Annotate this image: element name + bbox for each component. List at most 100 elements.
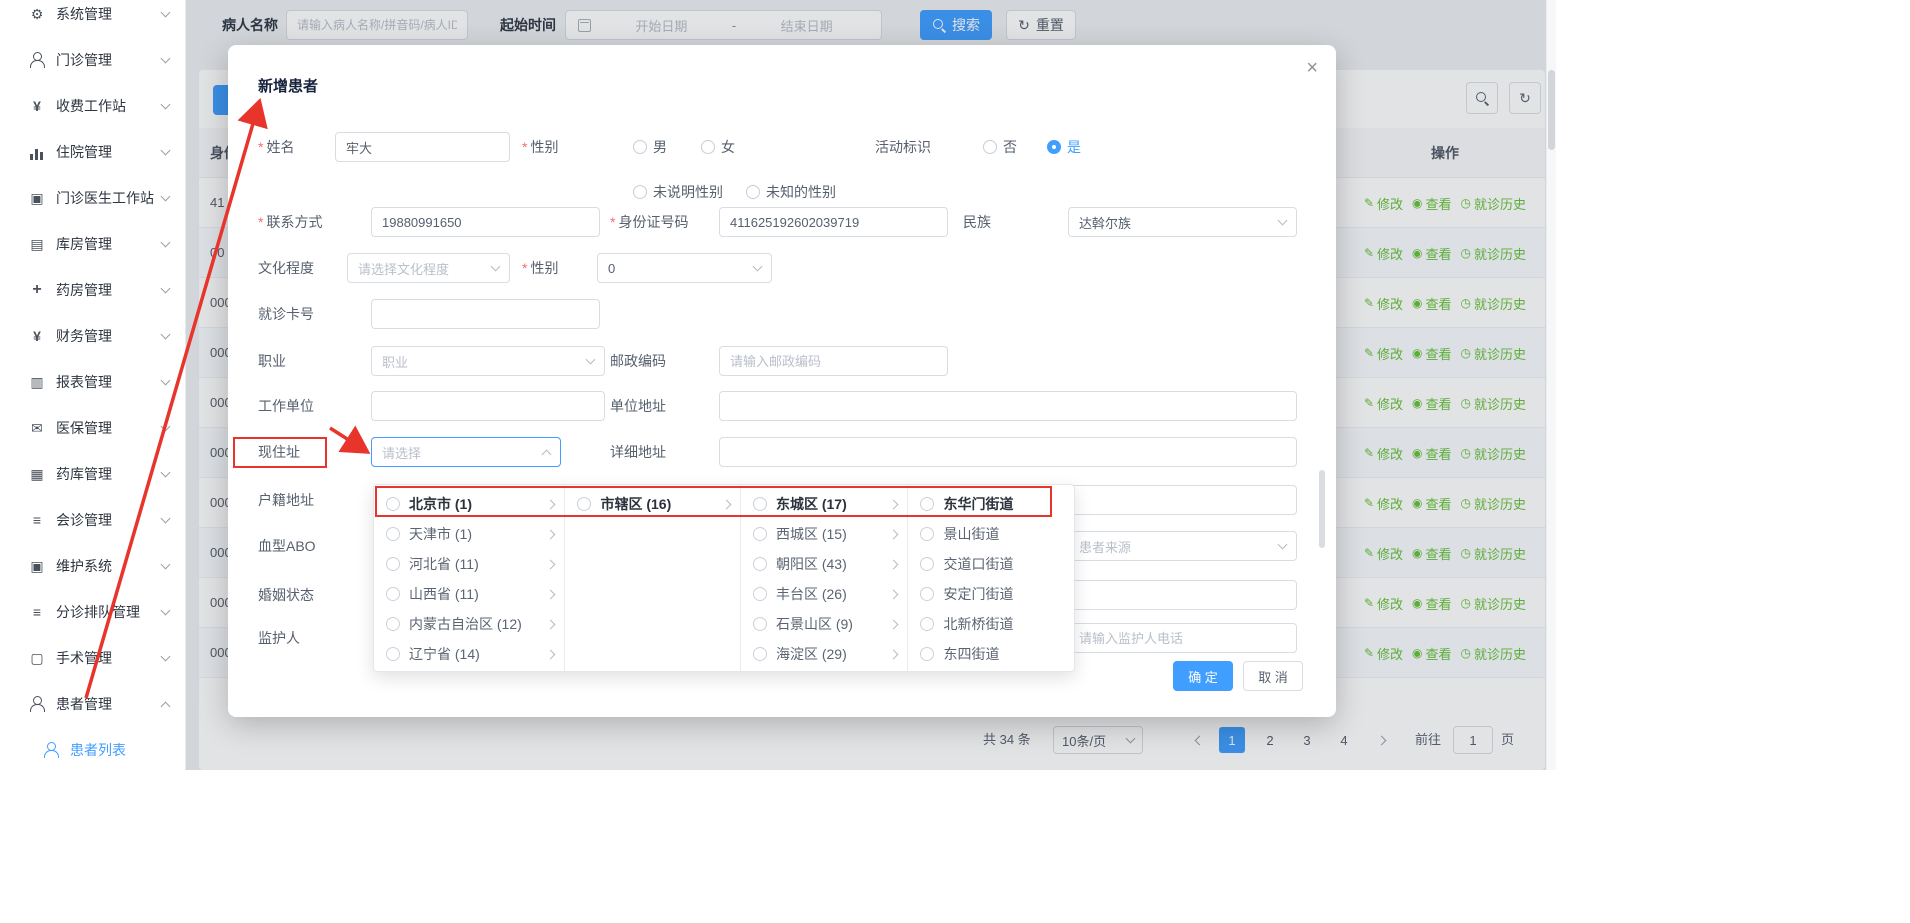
- occupation-select[interactable]: 职业: [371, 346, 605, 376]
- chevron-down-icon: [161, 99, 171, 109]
- sidebar-item-system[interactable]: ⚙系统管理: [0, 0, 185, 37]
- chevron-down-icon: [161, 53, 171, 63]
- radio-icon: [753, 497, 767, 511]
- cascader-option-liaoning[interactable]: 辽宁省 (14): [374, 639, 564, 669]
- cascader-option-neimenggu[interactable]: 内蒙古自治区 (12): [374, 609, 564, 639]
- chevron-up-icon: [161, 701, 171, 711]
- chevron-down-icon: [161, 329, 171, 339]
- cascader-option-jingshan[interactable]: 景山街道: [908, 519, 1074, 549]
- chevron-right-icon: [889, 499, 899, 509]
- radio-icon: [386, 497, 400, 511]
- sidebar-item-outpatient[interactable]: 门诊管理: [0, 37, 185, 83]
- sidebar-item-finance[interactable]: ¥财务管理: [0, 313, 185, 359]
- cascader-option-donghuamen[interactable]: 东华门街道: [908, 489, 1074, 519]
- sidebar-item-drugstore[interactable]: ▦药库管理: [0, 451, 185, 497]
- chevron-right-icon: [546, 559, 556, 569]
- sidebar-item-label: 药房管理: [56, 280, 162, 300]
- sidebar: ⚙系统管理 门诊管理 ¥收费工作站 住院管理 ▣门诊医生工作站 ▤库房管理 +药…: [0, 0, 186, 770]
- sidebar-subitem-patient-list[interactable]: 患者列表: [0, 727, 185, 770]
- radio-icon: [386, 647, 400, 661]
- scrollbar-track[interactable]: [1546, 0, 1556, 770]
- sidebar-item-patient[interactable]: 患者管理: [0, 681, 185, 727]
- chevron-right-icon: [546, 589, 556, 599]
- radio-unknown-gender[interactable]: 未知的性别: [746, 182, 836, 202]
- sidebar-item-report[interactable]: ▥报表管理: [0, 359, 185, 405]
- sidebar-item-charging-station[interactable]: ¥收费工作站: [0, 83, 185, 129]
- radio-yes[interactable]: 是: [1047, 137, 1081, 157]
- sidebar-item-pharmacy[interactable]: +药房管理: [0, 267, 185, 313]
- gender-code-select[interactable]: 0: [597, 253, 772, 283]
- sidebar-item-inpatient[interactable]: 住院管理: [0, 129, 185, 175]
- ethnicity-label: 民族: [963, 207, 991, 237]
- cascader-option-hebei[interactable]: 河北省 (11): [374, 549, 564, 579]
- cascader-option-shijingshan[interactable]: 石景山区 (9): [741, 609, 908, 639]
- close-icon[interactable]: ×: [1306, 57, 1318, 80]
- ethnicity-select[interactable]: 达斡尔族: [1068, 207, 1297, 237]
- current-address-select[interactable]: 请选择: [371, 437, 561, 467]
- cascader-option-tianjin[interactable]: 天津市 (1): [374, 519, 564, 549]
- cascader-option-shixiaqu[interactable]: 市辖区 (16): [565, 489, 740, 519]
- cascader-option-andingmen[interactable]: 安定门街道: [908, 579, 1074, 609]
- mail-icon: ✉: [28, 420, 46, 436]
- radio-male[interactable]: 男: [633, 137, 667, 157]
- radio-icon: [753, 557, 767, 571]
- sidebar-item-consultation[interactable]: ≡会诊管理: [0, 497, 185, 543]
- active-flag-radio-group: 否 是: [983, 132, 1081, 162]
- yen-icon: ¥: [28, 98, 46, 114]
- chevron-down-icon: [161, 7, 171, 17]
- cascader-option-beijing[interactable]: 北京市 (1): [374, 489, 564, 519]
- sidebar-item-triage-queue[interactable]: ≡分诊排队管理: [0, 589, 185, 635]
- chevron-down-icon: [161, 237, 171, 247]
- unit-address-input[interactable]: [719, 391, 1297, 421]
- radio-female[interactable]: 女: [701, 137, 735, 157]
- radio-icon: [633, 140, 647, 154]
- postal-code-input[interactable]: [719, 346, 948, 376]
- monitor-icon: ▣: [28, 190, 46, 206]
- active-flag-label: 活动标识: [875, 132, 931, 162]
- cascader-option-xicheng[interactable]: 西城区 (15): [741, 519, 908, 549]
- confirm-button[interactable]: 确 定: [1173, 661, 1233, 691]
- sidebar-item-outpatient-doctor[interactable]: ▣门诊医生工作站: [0, 175, 185, 221]
- sidebar-item-label: 分诊排队管理: [56, 602, 162, 622]
- sidebar-item-surgery[interactable]: ▢手术管理: [0, 635, 185, 681]
- cascader-option-dongsi[interactable]: 东四街道: [908, 639, 1074, 669]
- radio-icon: [386, 617, 400, 631]
- blood-type-label: 血型ABO: [258, 531, 316, 561]
- visit-card-input[interactable]: [371, 299, 600, 329]
- name-input[interactable]: [335, 132, 510, 162]
- work-unit-input[interactable]: [371, 391, 605, 421]
- chevron-down-icon: [491, 261, 501, 271]
- cascader-option-chaoyang[interactable]: 朝阳区 (43): [741, 549, 908, 579]
- report-icon: ▥: [28, 374, 46, 390]
- radio-unspecified-gender[interactable]: 未说明性别: [633, 182, 723, 202]
- radio-icon: [920, 617, 934, 631]
- detail-address-input[interactable]: [719, 437, 1297, 467]
- scrollbar-thumb[interactable]: [1548, 70, 1555, 150]
- cascader-option-shanxi[interactable]: 山西省 (11): [374, 579, 564, 609]
- sidebar-item-insurance[interactable]: ✉医保管理: [0, 405, 185, 451]
- cascader-option-jiaodaokou[interactable]: 交道口街道: [908, 549, 1074, 579]
- visit-card-label: 就诊卡号: [258, 299, 314, 329]
- id-number-input[interactable]: [719, 207, 948, 237]
- cascader-option-dongcheng[interactable]: 东城区 (17): [741, 489, 908, 519]
- guardian-label: 监护人: [258, 623, 300, 653]
- sidebar-item-warehouse[interactable]: ▤库房管理: [0, 221, 185, 267]
- cascader-option-haidian[interactable]: 海淀区 (29): [741, 639, 908, 669]
- modal-scrollbar-thumb[interactable]: [1319, 470, 1325, 548]
- patient-source-select[interactable]: 患者来源: [1068, 531, 1297, 561]
- person-icon: [42, 742, 60, 758]
- cancel-button[interactable]: 取 消: [1243, 661, 1303, 691]
- cascader-option-fengtai[interactable]: 丰台区 (26): [741, 579, 908, 609]
- id-number-label: *身份证号码: [610, 207, 688, 237]
- education-select[interactable]: 请选择文化程度: [347, 253, 510, 283]
- radio-no[interactable]: 否: [983, 137, 1017, 157]
- guardian-phone-input[interactable]: [1068, 623, 1297, 653]
- cascader-option-beixinqiao[interactable]: 北新桥街道: [908, 609, 1074, 639]
- chevron-right-icon: [546, 619, 556, 629]
- registered-address-label: 户籍地址: [258, 485, 314, 515]
- gender-code-label: *性别: [522, 253, 558, 283]
- sidebar-item-label: 住院管理: [56, 142, 162, 162]
- radio-icon: [920, 587, 934, 601]
- sidebar-item-maintenance[interactable]: ▣维护系统: [0, 543, 185, 589]
- contact-input[interactable]: [371, 207, 600, 237]
